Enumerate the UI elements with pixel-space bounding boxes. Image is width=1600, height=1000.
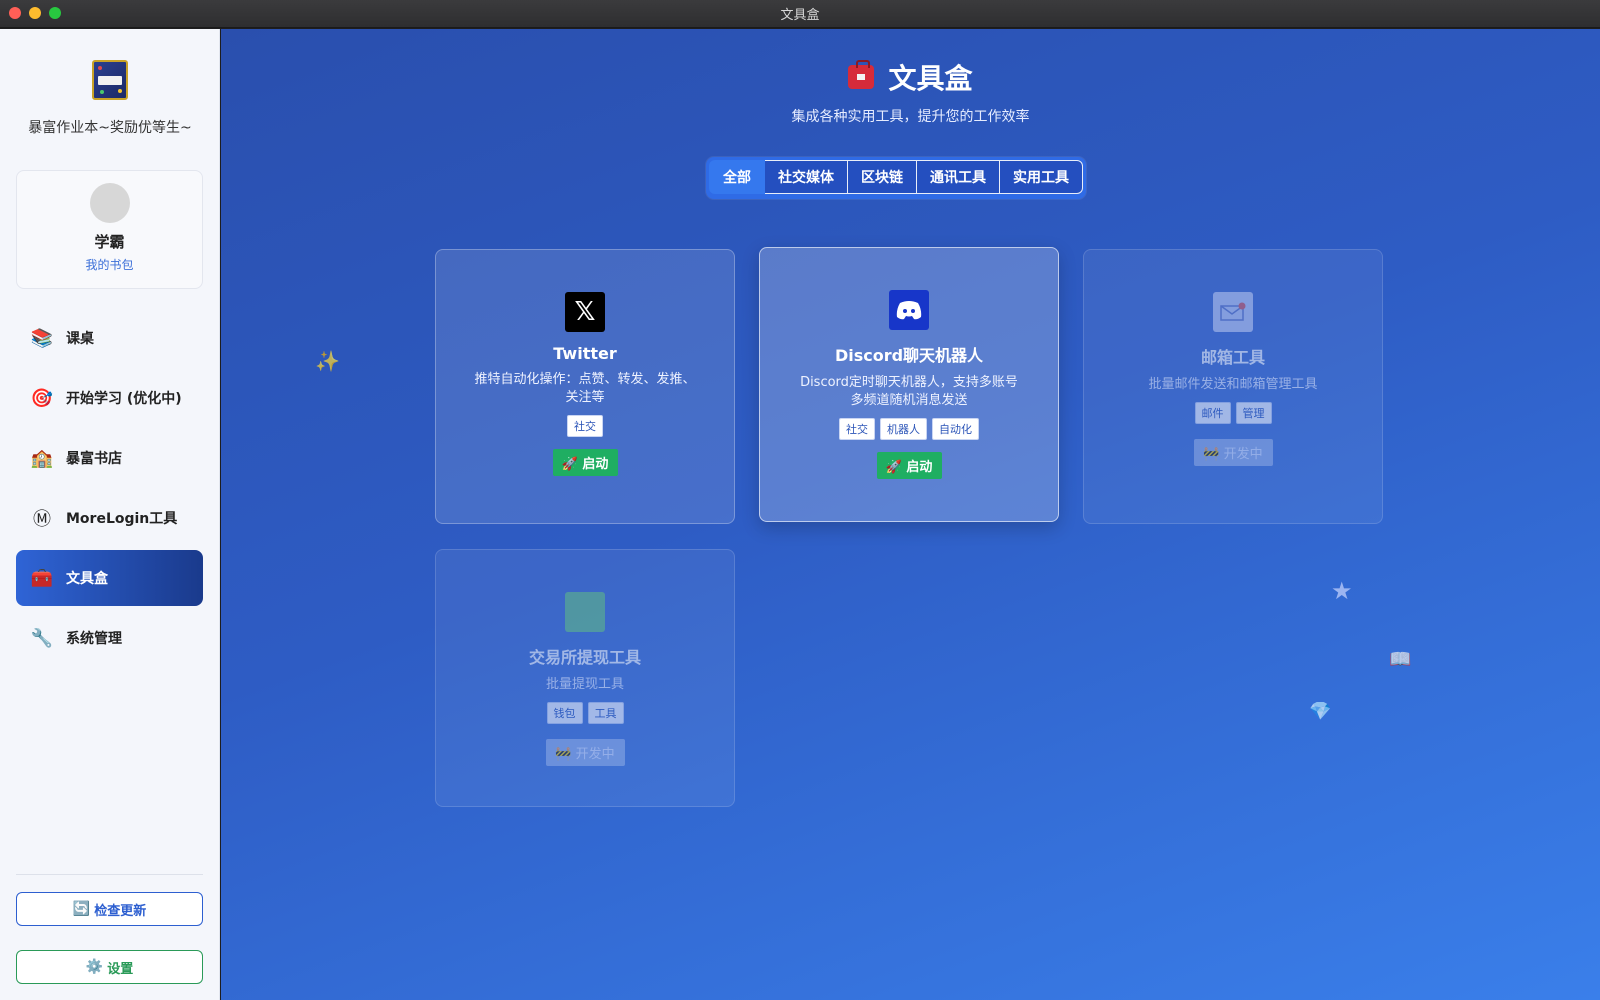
window-controls — [9, 7, 61, 19]
tool-card-title: 邮箱工具 — [1200, 348, 1265, 367]
sidebar-divider — [16, 874, 203, 875]
tab-communication[interactable]: 通讯工具 — [917, 160, 1000, 194]
target-icon: 🎯 — [30, 387, 54, 409]
tool-card-title: Discord聊天机器人 — [834, 346, 984, 365]
gear-icon: ⚙️ — [85, 959, 104, 975]
tab-utilities[interactable]: 实用工具 — [1000, 160, 1083, 194]
sidebar-item-label: 系统管理 — [66, 631, 122, 647]
tool-card-title: Twitter — [553, 344, 617, 363]
star-icon: ★ — [1331, 577, 1353, 605]
profile-name: 学霸 — [94, 233, 125, 251]
tool-card-tags: 社交 — [436, 415, 734, 437]
tag: 管理 — [1235, 402, 1272, 424]
tab-blockchain[interactable]: 区块链 — [848, 160, 917, 194]
tab-social-media[interactable]: 社交媒体 — [765, 160, 848, 194]
school-icon: 🏫 — [30, 447, 54, 469]
minimize-window-button[interactable] — [29, 7, 41, 19]
books-icon: 📚 — [30, 327, 54, 349]
tool-card-discord[interactable]: Discord聊天机器人 Discord定时聊天机器人，支持多账号多频道随机消息… — [759, 247, 1059, 522]
notebook-logo-icon — [92, 60, 128, 100]
close-window-button[interactable] — [9, 7, 21, 19]
tool-card-exchange-withdraw[interactable]: 交易所提现工具 批量提现工具 钱包 工具 🚧 开发中 — [435, 549, 735, 807]
sidebar-item-label: 课桌 — [66, 331, 94, 347]
category-tabs: 全部 社交媒体 区块链 通讯工具 实用工具 — [706, 157, 1086, 199]
tag: 钱包 — [546, 702, 583, 724]
page-header: 文具盒 — [221, 57, 1600, 97]
page-title: 文具盒 — [888, 62, 973, 95]
sidebar-item-label: 暴富书店 — [66, 451, 122, 467]
tag: 社交 — [839, 418, 875, 440]
sidebar-item-bookstore[interactable]: 🏫 暴富书店 — [16, 430, 203, 486]
x-logo-icon: 𝕏 — [565, 292, 605, 332]
sidebar-item-toolbox[interactable]: 🧰 文具盒 — [16, 550, 203, 606]
tag: 工具 — [587, 702, 624, 724]
tool-card-title: 交易所提现工具 — [528, 648, 641, 667]
developing-button: 🚧 开发中 — [545, 739, 625, 766]
developing-button: 🚧 开发中 — [1193, 439, 1273, 466]
launch-button[interactable]: 🚀 启动 — [552, 449, 618, 476]
settings-label: 设置 — [107, 961, 134, 977]
sidebar-item-morelogin[interactable]: Ⓜ MoreLogin工具 — [16, 490, 203, 546]
tool-card-tags: 邮件 管理 — [1084, 402, 1382, 424]
sidebar-nav: 📚 课桌 🎯 开始学习 (优化中) 🏫 暴富书店 Ⓜ MoreLogin工具 🧰… — [16, 310, 203, 670]
sidebar-item-label: MoreLogin工具 — [66, 511, 178, 527]
tab-all[interactable]: 全部 — [709, 160, 765, 194]
tool-card-tags: 社交 机器人 自动化 — [760, 418, 1058, 440]
sidebar: 暴富作业本~奖励优等生~ 学霸 我的书包 📚 课桌 🎯 开始学习 (优化中) 🏫… — [0, 29, 220, 1000]
check-update-label: 检查更新 — [94, 903, 147, 919]
my-bag-link[interactable]: 我的书包 — [17, 256, 202, 273]
exchange-logo-icon — [565, 592, 605, 632]
sidebar-item-label: 开始学习 (优化中) — [66, 391, 182, 407]
sidebar-item-system[interactable]: 🔧 系统管理 — [16, 610, 203, 666]
tool-card-desc: Discord定时聊天机器人，支持多账号多频道随机消息发送 — [800, 375, 1018, 408]
book-icon: 📖 — [1389, 649, 1412, 670]
wrench-icon: 🔧 — [30, 627, 54, 649]
morelogin-icon: Ⓜ — [33, 509, 51, 530]
page-subtitle: 集成各种实用工具，提升您的工作效率 — [791, 109, 1030, 125]
discord-logo-icon — [889, 290, 929, 330]
refresh-icon: 🔄 — [72, 901, 91, 917]
check-update-button[interactable]: 🔄 检查更新 — [16, 892, 203, 926]
window-title: 文具盒 — [780, 8, 820, 23]
app-brand-name: 暴富作业本~奖励优等生~ — [28, 120, 192, 136]
mail-icon — [1213, 292, 1253, 332]
toolbox-icon — [848, 60, 875, 89]
tag: 机器人 — [880, 418, 927, 440]
zoom-window-button[interactable] — [49, 7, 61, 19]
gem-icon: 💎 — [1309, 701, 1332, 722]
launch-button[interactable]: 🚀 启动 — [876, 452, 942, 479]
tool-card-desc: 推特自动化操作：点赞、转发、发推、关注等 — [474, 372, 696, 405]
main-content: 文具盒 集成各种实用工具，提升您的工作效率 全部 社交媒体 区块链 通讯工具 实… — [221, 29, 1600, 1000]
sparkles-icon: ✨ — [315, 349, 340, 373]
sidebar-item-label: 文具盒 — [66, 571, 108, 587]
avatar[interactable] — [89, 183, 130, 223]
settings-button[interactable]: ⚙️ 设置 — [16, 950, 203, 984]
tool-card-desc: 批量提现工具 — [545, 677, 624, 692]
window-titlebar: 文具盒 — [0, 0, 1600, 28]
profile-card: 学霸 我的书包 — [16, 170, 203, 289]
tag: 自动化 — [932, 418, 979, 440]
tag: 邮件 — [1194, 402, 1231, 424]
tool-card-twitter[interactable]: 𝕏 Twitter 推特自动化操作：点赞、转发、发推、关注等 社交 🚀 启动 — [435, 249, 735, 524]
tag: 社交 — [567, 415, 603, 437]
tool-card-desc: 批量邮件发送和邮箱管理工具 — [1148, 377, 1318, 392]
sidebar-item-desk[interactable]: 📚 课桌 — [16, 310, 203, 366]
toolbox-icon: 🧰 — [30, 567, 54, 589]
sidebar-item-start-learning[interactable]: 🎯 开始学习 (优化中) — [16, 370, 203, 426]
tool-card-tags: 钱包 工具 — [436, 702, 734, 724]
tool-card-mail[interactable]: 邮箱工具 批量邮件发送和邮箱管理工具 邮件 管理 🚧 开发中 — [1083, 249, 1383, 524]
